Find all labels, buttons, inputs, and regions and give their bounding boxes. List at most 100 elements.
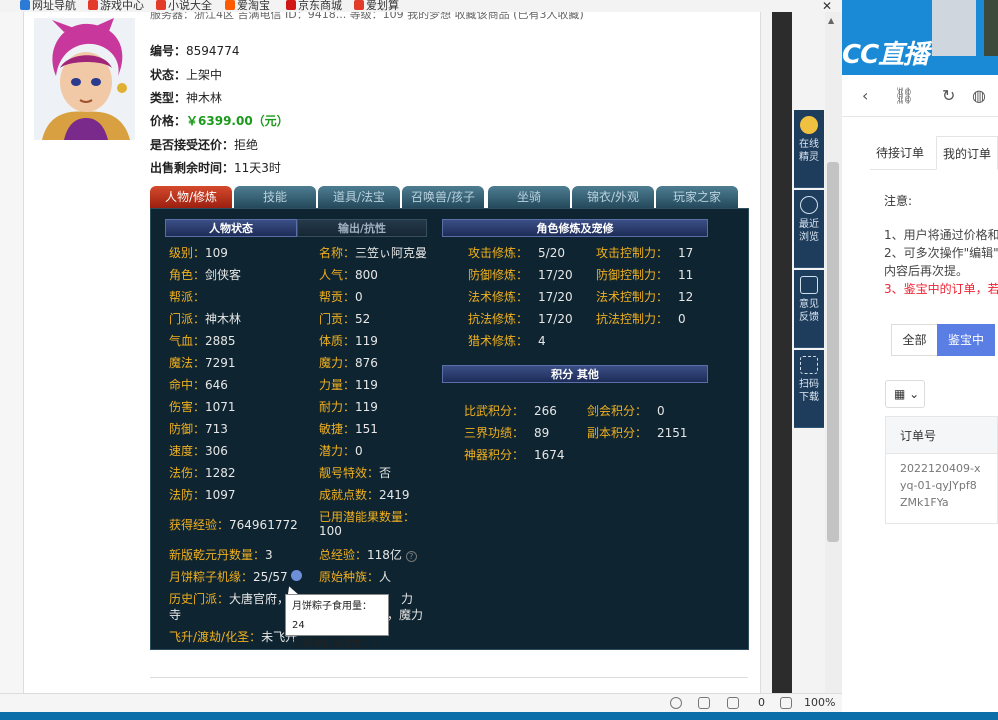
item-type-line: 类型：神木林	[150, 91, 223, 105]
stat-row: 门贡：52	[319, 312, 371, 326]
close-icon[interactable]: ✕	[812, 0, 842, 12]
bookmark-item[interactable]: 小说大全	[156, 0, 212, 12]
order-tabs: 待接订单 我的订单	[870, 136, 998, 170]
speaker-icon[interactable]	[698, 697, 710, 709]
stat-row-potential: 已用潜能果数量：	[319, 510, 416, 524]
stat-row: 魔法：7291	[169, 356, 236, 370]
cc-header: CC直播	[842, 0, 998, 75]
column-view-dropdown[interactable]: ▦ ⌄	[885, 380, 925, 408]
help-icon[interactable]: ?	[405, 551, 417, 562]
info-icon[interactable]	[291, 570, 303, 581]
book-icon	[156, 0, 166, 10]
item-status-line: 状态：上架中	[150, 68, 223, 82]
stat-row: 敏捷：151	[319, 422, 378, 436]
zoom-level[interactable]: 100%	[804, 696, 835, 709]
score-row: 三界功绩： 89	[464, 426, 550, 440]
note-line: 2、可多次操作"编辑"修	[884, 246, 998, 260]
stat-row-history-cont: 寺	[169, 608, 182, 622]
video-thumbnail[interactable]	[984, 0, 998, 56]
bookmark-item[interactable]: 爱淘宝	[225, 0, 270, 12]
section-output-resist[interactable]: 输出/抗性	[297, 219, 427, 237]
lock-icon[interactable]	[727, 697, 739, 709]
sprite-icon	[800, 116, 818, 134]
score-row: 比武积分： 266	[464, 404, 557, 418]
stat-row: 角色：剑侠客	[169, 268, 242, 282]
score-row: 神器积分： 1674	[464, 448, 565, 462]
scrollbar-thumb[interactable]	[827, 162, 839, 542]
score-row: 副本积分： 2151	[587, 426, 688, 440]
section-char-state[interactable]: 人物状态	[165, 219, 297, 237]
shield-icon[interactable]	[670, 697, 682, 709]
character-detail-panel: 人物状态 输出/抗性 角色修炼及宠修 积分 其他 级别：109 角色：剑侠客 帮…	[150, 208, 749, 650]
back-icon[interactable]: ‹	[862, 86, 868, 105]
bookmark-item[interactable]: 游戏中心	[88, 0, 144, 12]
section-cultivation: 角色修炼及宠修	[442, 219, 708, 237]
stat-row: 法伤：1282	[169, 466, 236, 480]
browser-status-bar: 0 100%	[0, 693, 842, 712]
table-cell-order-no[interactable]: 2022120409-xyq-01-qyJYpf8ZMk1FYa	[885, 454, 998, 524]
chevron-down-icon: ⌄	[909, 387, 920, 401]
note-line-warning: 3、鉴宝中的订单，若	[884, 282, 998, 296]
page-scrollbar[interactable]: ▲	[825, 12, 842, 693]
globe-icon[interactable]: ◍	[972, 86, 986, 105]
refresh-icon[interactable]: ↻	[942, 86, 955, 105]
stat-row-history-tail: 力	[401, 592, 414, 606]
item-time-line: 出售剩余时间：11天3时	[150, 161, 281, 175]
stat-row: 速度：306	[169, 444, 228, 458]
bookmark-item[interactable]: 京东商城	[286, 0, 342, 12]
stat-row-zongzi: 月饼粽子机缘：25/57	[169, 568, 303, 585]
bookmark-item[interactable]: 网址导航	[20, 0, 76, 12]
bookmark-item[interactable]: 爱划算	[354, 0, 399, 12]
feedback-button[interactable]: 意见 反馈	[794, 270, 824, 348]
stat-row: 耐力：119	[319, 400, 378, 414]
stat-row-potential-value: 100	[319, 524, 342, 538]
tab-home[interactable]: 玩家之家	[656, 186, 738, 208]
os-taskbar	[0, 712, 998, 720]
table-header-order-no: 订单号	[885, 416, 998, 454]
filter-all-button[interactable]: 全部	[891, 324, 937, 356]
item-id-line: 编号：8594774	[150, 44, 240, 58]
tab-pets[interactable]: 召唤兽/孩子	[402, 186, 484, 208]
stat-row: 名称：三笠ぃ阿克曼	[319, 246, 428, 260]
cc-logo: CC直播	[842, 40, 929, 70]
stat-row: 力量：119	[319, 378, 378, 392]
chevron-up-icon[interactable]: ▲	[828, 16, 834, 25]
scan-download-button[interactable]: 扫码 下载	[794, 350, 824, 428]
stat-row: 人气：800	[319, 268, 378, 282]
clock-icon	[800, 196, 818, 214]
stat-row-fly: 飞升/渡劫/化圣：未飞升	[169, 630, 298, 644]
stat-row-total-exp: 总经验：118亿 ?	[319, 546, 417, 563]
control-row: 防御控制力： 11	[596, 268, 694, 282]
user-avatar[interactable]	[932, 0, 976, 56]
deal-icon	[354, 0, 364, 10]
tab-character[interactable]: 人物/修炼	[150, 186, 232, 208]
stat-row: 魔力：876	[319, 356, 378, 370]
cultivation-row: 猎术修炼： 4	[468, 334, 546, 348]
recent-browse-button[interactable]: 最近 浏览	[794, 190, 824, 268]
stat-row-race: 原始种族：人	[319, 570, 392, 584]
link-icon[interactable]: ⛓	[894, 86, 914, 105]
tab-outfits[interactable]: 锦衣/外观	[572, 186, 654, 208]
note-line: 1、用户将通过价格和	[884, 228, 998, 242]
status-counter: 0	[758, 696, 765, 709]
note-title: 注意:	[884, 194, 913, 208]
side-dark-strip	[772, 12, 792, 693]
download-icon[interactable]	[780, 697, 792, 709]
cultivation-row: 法术修炼： 17/20	[468, 290, 573, 304]
cc-live-app: CC直播 ‹ ⛓ ↻ ◍ 待接订单 我的订单 注意: 1、用户将通过价格和 2、…	[842, 0, 998, 712]
control-row: 抗法控制力： 0	[596, 312, 686, 326]
tab-skills[interactable]: 技能	[234, 186, 316, 208]
online-helper-button[interactable]: 在线 精灵	[794, 110, 824, 188]
item-header-strip: 服务器：浙江4区 吉满电信 ID：9418... 等级：109 我的梦想 收藏该…	[150, 12, 584, 21]
stat-row: 气血：2885	[169, 334, 236, 348]
cultivation-row: 防御修炼： 17/20	[468, 268, 573, 282]
cultivation-row: 抗法修炼： 17/20	[468, 312, 573, 326]
stat-row: 级别：109	[169, 246, 228, 260]
tab-mounts[interactable]: 坐骑	[488, 186, 570, 208]
tab-my-orders[interactable]: 我的订单	[936, 136, 998, 170]
globe-icon	[20, 0, 30, 10]
tab-pending-orders[interactable]: 待接订单	[870, 136, 930, 170]
filter-appraising-button[interactable]: 鉴宝中	[937, 324, 995, 356]
item-price-line: 价格：￥6399.00（元）	[150, 114, 289, 128]
tab-items[interactable]: 道具/法宝	[318, 186, 400, 208]
